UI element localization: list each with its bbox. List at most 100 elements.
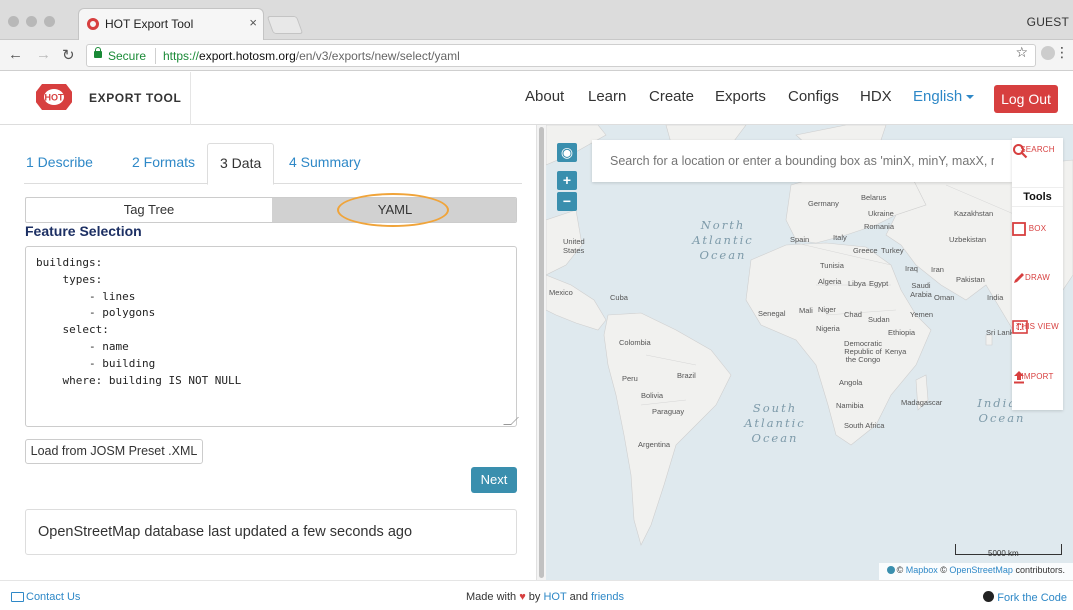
location-search: [592, 140, 1012, 182]
map-label-libya: Libya: [848, 279, 866, 288]
nav-hdx[interactable]: HDX: [860, 88, 892, 105]
close-window-icon[interactable]: [8, 16, 19, 27]
chevron-down-icon: [966, 95, 975, 100]
reload-icon[interactable]: ↻: [62, 46, 75, 64]
map-label-kazakhstan: Kazakhstan: [954, 209, 994, 218]
map-label-south-africa: South Africa: [844, 421, 885, 430]
tag-tree-button[interactable]: Tag Tree: [26, 198, 272, 222]
secure-label: Secure: [108, 49, 147, 63]
box-icon: [1012, 222, 1026, 236]
fork-label: Fork the Code: [997, 592, 1067, 604]
friends-link[interactable]: friends: [591, 591, 624, 603]
box-tool-button[interactable]: BOX: [1012, 222, 1063, 236]
map-label-germany: Germany: [808, 199, 839, 208]
url-text[interactable]: https://export.hotosm.org/en/v3/exports/…: [163, 49, 460, 63]
load-josm-preset-button[interactable]: Load from JOSM Preset .XML: [25, 439, 203, 464]
zoom-in-button[interactable]: +: [557, 171, 577, 190]
map-label-angola: Angola: [839, 378, 863, 387]
map-label-sudan: Sudan: [868, 315, 890, 324]
minimize-window-icon[interactable]: [26, 16, 37, 27]
this-view-icon: [1012, 320, 1028, 334]
attribution-suffix: contributors.: [1015, 565, 1065, 575]
nav-create[interactable]: Create: [649, 88, 694, 105]
map-label-south-atlantic: South Atlantic Ocean: [744, 401, 806, 445]
made-with-credit: Made with ♥ by HOT and friends: [466, 591, 624, 603]
url-path: /en/v3/exports/new/select/yaml: [295, 49, 460, 63]
browser-tab-bar: HOT Export Tool × GUEST: [0, 0, 1073, 40]
map-label-uzbekistan: Uzbekistan: [949, 235, 987, 244]
browser-tab[interactable]: HOT Export Tool ×: [78, 8, 264, 40]
forward-icon[interactable]: →: [36, 46, 51, 63]
hot-logo-icon: HOT: [30, 84, 78, 110]
map-label-greece: Greece: [853, 246, 878, 255]
logout-button[interactable]: Log Out: [994, 85, 1058, 113]
map-label-romania: Romania: [864, 222, 895, 231]
contact-us-link[interactable]: Contact Us: [26, 591, 80, 603]
yaml-highlight-ring: [337, 193, 449, 227]
panel-scrollbar[interactable]: [536, 125, 546, 580]
next-button[interactable]: Next: [471, 467, 517, 493]
map-label-belarus: Belarus: [861, 193, 887, 202]
draw-tool-button[interactable]: DRAW: [1012, 271, 1063, 283]
nav-learn[interactable]: Learn: [588, 88, 626, 105]
map-label-drc: Democratic Republic of the Congo: [844, 339, 882, 364]
nav-configs[interactable]: Configs: [788, 88, 839, 105]
map-label-ukraine: Ukraine: [868, 209, 894, 218]
tab-formats[interactable]: 2 Formats: [130, 143, 197, 184]
map-label-turkey: Turkey: [881, 246, 904, 255]
tab-describe[interactable]: 1 Describe: [24, 143, 95, 184]
import-tool-button[interactable]: IMPORT: [1012, 370, 1063, 384]
github-icon: [983, 591, 995, 602]
globe-icon[interactable]: ◉: [557, 143, 577, 162]
nav-exports[interactable]: Exports: [715, 88, 766, 105]
nav-about[interactable]: About: [525, 88, 564, 105]
maximize-window-icon[interactable]: [44, 16, 55, 27]
page-footer: Contact Us Made with ♥ by HOT and friend…: [0, 580, 1073, 610]
map-label-egypt: Egypt: [869, 279, 889, 288]
zoom-out-button[interactable]: −: [557, 192, 577, 211]
yaml-editor[interactable]: buildings: types: - lines - polygons sel…: [25, 246, 517, 427]
browser-toolbar: ← → ↻ Secure https://export.hotosm.org/e…: [0, 40, 1073, 71]
map-label-saudi-arabia: Saudi Arabia: [910, 281, 932, 299]
map-label-cuba: Cuba: [610, 293, 628, 302]
search-tool-button[interactable]: SEARCH: [1012, 143, 1063, 159]
browser-menu-icon[interactable]: ⋮: [1055, 44, 1069, 61]
scrollbar-thumb[interactable]: [539, 127, 544, 578]
map-label-italy: Italy: [833, 233, 847, 242]
fork-the-code-link[interactable]: Fork the Code: [983, 591, 1067, 604]
map-view[interactable]: Germany Belarus Ukraine Romania Kazakhst…: [546, 125, 1073, 580]
map-label-nigeria: Nigeria: [816, 324, 840, 333]
import-icon: [1014, 371, 1024, 384]
mapbox-link[interactable]: Mapbox: [906, 565, 938, 575]
by-text: by: [528, 591, 541, 603]
new-tab-button[interactable]: [266, 16, 304, 34]
map-attribution: © Mapbox © OpenStreetMap contributors.: [878, 563, 1073, 580]
hot-link[interactable]: HOT: [543, 591, 566, 603]
language-dropdown[interactable]: English: [913, 88, 975, 105]
location-search-input[interactable]: [592, 140, 1012, 182]
tab-data[interactable]: 3 Data: [207, 143, 275, 185]
map-label-iraq: Iraq: [905, 264, 918, 273]
extension-icon[interactable]: [1041, 46, 1055, 60]
map-label-colombia: Colombia: [619, 338, 651, 347]
address-bar[interactable]: Secure https://export.hotosm.org/en/v3/e…: [86, 44, 1036, 67]
map-label-kenya: Kenya: [885, 347, 907, 356]
back-icon[interactable]: ←: [8, 46, 23, 63]
map-label-mali: Mali: [799, 306, 813, 315]
map-label-madagascar: Madagascar: [901, 398, 943, 407]
tools-heading: Tools: [1012, 187, 1063, 207]
osm-link[interactable]: OpenStreetMap: [949, 565, 1013, 575]
this-view-tool-button[interactable]: THIS VIEW: [1012, 320, 1063, 334]
made-with-text: Made with: [466, 591, 517, 603]
db-status-panel: OpenStreetMap database last updated a fe…: [25, 509, 517, 555]
map-label-paraguay: Paraguay: [652, 407, 685, 416]
brand-logo[interactable]: HOT EXPORT TOOL: [0, 72, 191, 125]
feature-selection-heading: Feature Selection: [25, 223, 142, 239]
map-label-india: India: [987, 293, 1004, 302]
close-tab-icon[interactable]: ×: [249, 15, 257, 30]
map-label-iran: Iran: [931, 265, 944, 274]
profile-label[interactable]: GUEST: [1027, 15, 1069, 29]
lock-icon: [94, 47, 102, 58]
bookmark-star-icon[interactable]: ☆: [1015, 44, 1028, 61]
tab-summary[interactable]: 4 Summary: [287, 143, 363, 184]
